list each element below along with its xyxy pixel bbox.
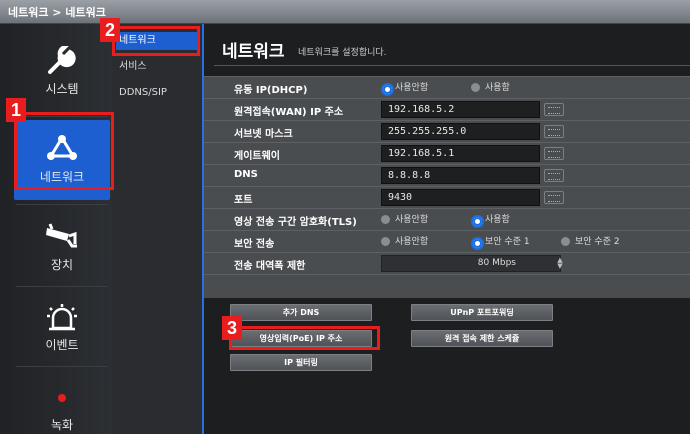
sidebar-item-event[interactable]: 이벤트 (14, 288, 110, 368)
divider (16, 286, 108, 287)
sidebar-item-label: 장치 (50, 258, 74, 272)
tls-label: 영상 전송 구간 암호화(TLS) (234, 217, 357, 228)
sidebar-item-label: 시스템 (45, 82, 79, 96)
highlight-box-1 (14, 112, 114, 190)
sidebar-item-label: 녹화 (50, 418, 74, 432)
subnet-input[interactable]: 255.255.255.0 (381, 123, 540, 140)
port-input[interactable]: 9430 (381, 189, 540, 206)
sidebar-item-device[interactable]: 장치 (14, 208, 110, 288)
subnet-label: 서브넷 마스크 (234, 129, 293, 140)
camera-icon (46, 223, 77, 248)
bandwidth-label: 전송 대역폭 제한 (234, 261, 306, 272)
keyboard-icon[interactable] (544, 191, 564, 204)
tls-on-radio[interactable]: 사용함 (471, 214, 510, 228)
remote-access-schedule-button[interactable]: 원격 접속 제한 스케쥴 (411, 330, 553, 347)
sidebar-item-system[interactable]: 시스템 (14, 32, 110, 112)
divider (16, 366, 108, 367)
secure-level1-radio[interactable]: 보안 수준 1 (471, 236, 530, 250)
stepper-icon[interactable]: ▲ ▼ (556, 257, 564, 270)
dns-input[interactable]: 8.8.8.8 (381, 167, 540, 184)
keyboard-icon[interactable] (544, 103, 564, 116)
secure-row: 보안 전송 사용안함 보안 수준 1 보안 수준 2 (204, 230, 690, 251)
page-title: 네트워크 (222, 42, 285, 62)
port-label: 포트 (234, 195, 253, 206)
marker-3: 3 (222, 316, 242, 340)
settings-panel: 유동 IP(DHCP) 사용안함 사용함 원격접속(WAN) IP 주소 192… (204, 76, 690, 298)
sidebar-item-record[interactable]: 녹화 (14, 368, 110, 434)
gateway-row: 게이트웨이 192.168.5.1 (204, 142, 690, 163)
marker-1: 1 (6, 98, 26, 122)
breadcrumb: 네트워크 > 네트워크 (8, 6, 106, 19)
keyboard-icon[interactable] (544, 125, 564, 138)
subnet-row: 서브넷 마스크 255.255.255.0 (204, 120, 690, 141)
port-row: 포트 9430 (204, 186, 690, 207)
main-content: 네트워크 네트워크를 설정합니다. 유동 IP(DHCP) 사용안함 사용함 원… (202, 24, 690, 434)
sidebar-item-label: 이벤트 (45, 338, 79, 352)
divider (16, 204, 108, 205)
dhcp-row: 유동 IP(DHCP) 사용안함 사용함 (204, 76, 690, 97)
submenu-item-service[interactable]: 서비스 (116, 58, 200, 76)
wrench-icon (48, 46, 76, 74)
tls-off-radio[interactable]: 사용안함 (381, 214, 428, 226)
highlight-box-3 (229, 326, 380, 350)
submenu-item-ddns-sip[interactable]: DDNS/SIP (116, 84, 200, 102)
sub-menu: 네트워크 서비스 DDNS/SIP (112, 24, 202, 434)
gateway-input[interactable]: 192.168.5.1 (381, 145, 540, 162)
settings-bottom (204, 274, 690, 298)
alarm-icon (47, 304, 77, 331)
main-sidebar: 시스템 네트워크 장치 이벤트 녹화 (0, 24, 112, 434)
bandwidth-input[interactable]: 80 Mbps (381, 255, 561, 272)
tls-row: 영상 전송 구간 암호화(TLS) 사용안함 사용함 (204, 208, 690, 229)
dns-row: DNS 8.8.8.8 (204, 164, 690, 185)
add-dns-button[interactable]: 추가 DNS (230, 304, 372, 321)
bandwidth-row: 전송 대역폭 제한 80 Mbps ▲ ▼ (204, 252, 690, 273)
secure-label: 보안 전송 (234, 239, 275, 250)
gateway-label: 게이트웨이 (234, 151, 280, 162)
keyboard-icon[interactable] (544, 169, 564, 182)
upnp-port-forwarding-button[interactable]: UPnP 포트포워딩 (411, 304, 553, 321)
record-dot-icon (58, 394, 66, 402)
dns-label: DNS (234, 169, 258, 180)
secure-off-radio[interactable]: 사용안함 (381, 236, 428, 248)
dhcp-label: 유동 IP(DHCP) (234, 85, 308, 96)
keyboard-icon[interactable] (544, 147, 564, 160)
secure-level2-radio[interactable]: 보안 수준 2 (561, 236, 620, 248)
wan-ip-label: 원격접속(WAN) IP 주소 (234, 107, 344, 118)
highlight-box-2 (112, 26, 200, 56)
page-subtitle: 네트워크를 설정합니다. (298, 48, 387, 58)
ip-filtering-button[interactable]: IP 필터링 (230, 354, 372, 371)
dhcp-on-radio[interactable]: 사용함 (471, 82, 510, 94)
wan-ip-input[interactable]: 192.168.5.2 (381, 101, 540, 118)
divider (214, 65, 690, 66)
wan-ip-row: 원격접속(WAN) IP 주소 192.168.5.2 (204, 98, 690, 119)
dhcp-off-radio[interactable]: 사용안함 (381, 82, 428, 96)
marker-2: 2 (100, 18, 120, 42)
